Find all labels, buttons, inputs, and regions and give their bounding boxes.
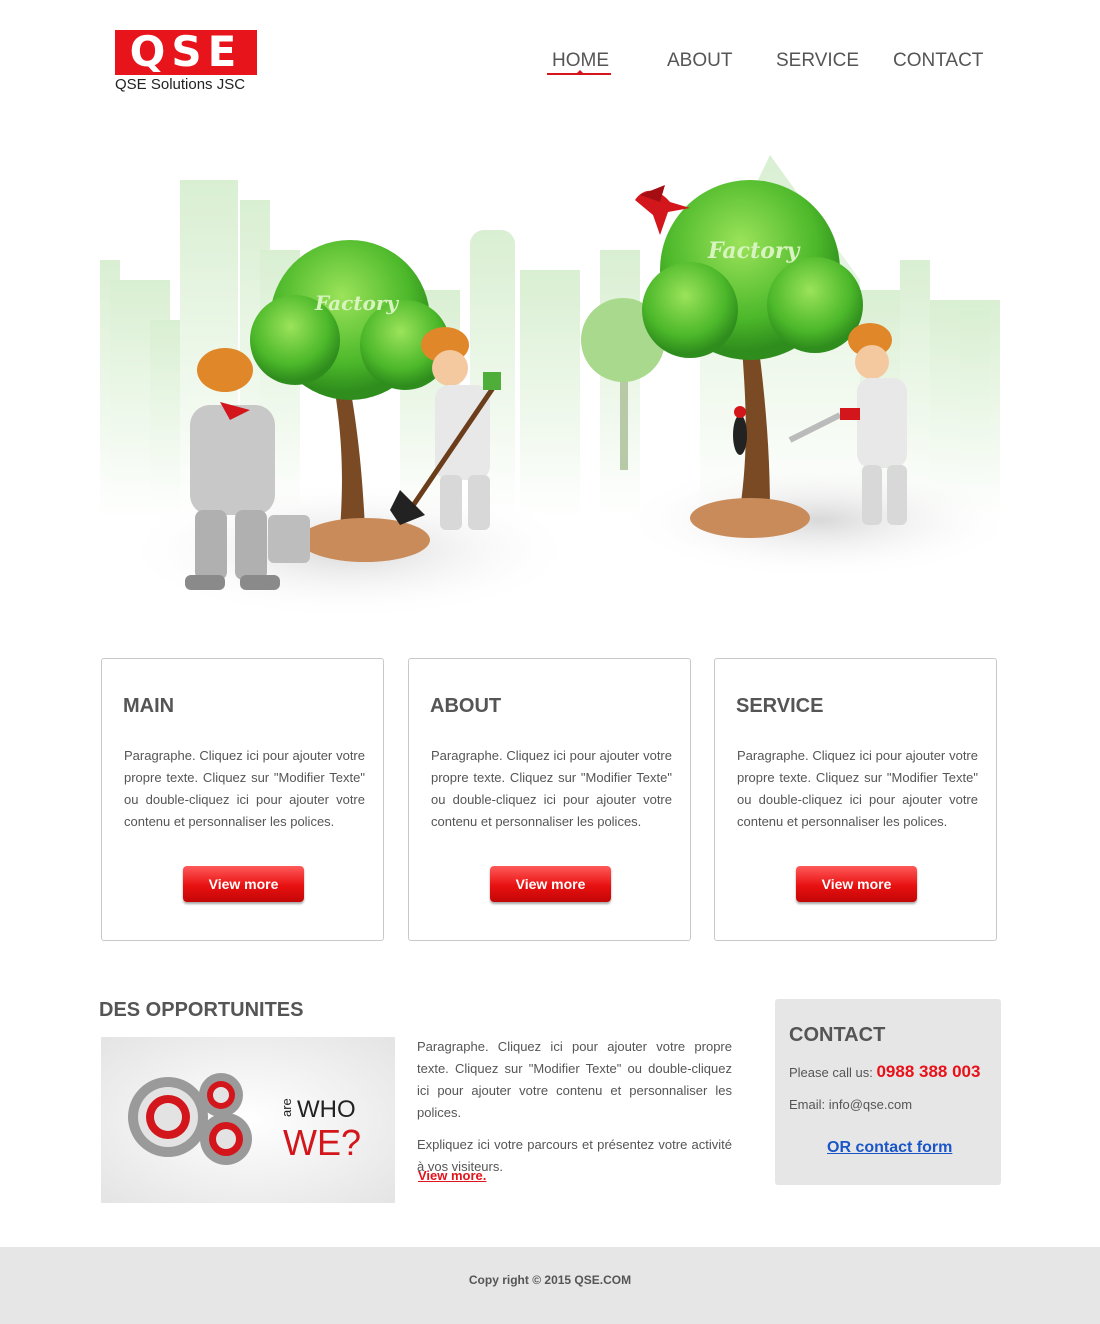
card-title: ABOUT — [430, 695, 502, 717]
view-more-button[interactable]: View more — [490, 866, 611, 902]
opportunities-paragraph-1: Paragraphe. Cliquez ici pour ajouter vot… — [417, 1039, 732, 1120]
opportunities-title: DES OPPORTUNITES — [99, 999, 304, 1021]
logo-subtitle: QSE Solutions JSC — [115, 76, 246, 93]
logo-text: QSE — [129, 27, 243, 76]
card-main: MAIN Paragraphe. Cliquez ici pour ajoute… — [101, 658, 384, 941]
image-text-are: are — [279, 1098, 294, 1117]
nav-service[interactable]: SERVICE — [776, 50, 859, 72]
footer: Copy right © 2015 QSE.COM — [0, 1247, 1100, 1324]
image-text-we: WE? — [283, 1122, 361, 1163]
contact-form-link[interactable]: OR contact form — [827, 1139, 952, 1157]
call-label: Please call us: — [789, 1065, 873, 1080]
copyright-text: Copy right © 2015 QSE.COM — [468, 1273, 632, 1287]
view-more-button[interactable]: View more — [183, 866, 304, 902]
card-title: MAIN — [123, 695, 175, 717]
nav-active-indicator — [547, 73, 611, 75]
view-more-button[interactable]: View more — [796, 866, 917, 902]
nav-caret-icon — [577, 70, 583, 73]
card-title: SERVICE — [736, 695, 824, 717]
contact-call: Please call us: 0988 388 003 — [789, 1062, 980, 1082]
tree-label-1: Factory — [314, 291, 399, 315]
card-service: SERVICE Paragraphe. Cliquez ici pour ajo… — [714, 658, 997, 941]
contact-panel: CONTACT Please call us: 0988 388 003 Ema… — [775, 999, 1001, 1185]
woodpecker-icon — [733, 406, 747, 455]
who-are-we-image: are WHO WE? — [101, 1037, 395, 1203]
view-more-link[interactable]: View more. — [418, 1168, 486, 1183]
contact-title: CONTACT — [789, 1024, 886, 1046]
card-text: Paragraphe. Cliquez ici pour ajouter vot… — [124, 748, 365, 829]
phone-number: 0988 388 003 — [876, 1062, 981, 1081]
card-about: ABOUT Paragraphe. Cliquez ici pour ajout… — [408, 658, 691, 941]
nav-contact[interactable]: CONTACT — [893, 50, 983, 72]
nav-about[interactable]: ABOUT — [667, 50, 732, 72]
card-text: Paragraphe. Cliquez ici pour ajouter vot… — [737, 748, 978, 829]
card-text: Paragraphe. Cliquez ici pour ajouter vot… — [431, 748, 672, 829]
hero-illustration: Factory Factory — [100, 155, 1000, 620]
logo[interactable]: QSE QSE Solutions JSC — [115, 27, 260, 96]
opportunities-text: Paragraphe. Cliquez ici pour ajouter vot… — [417, 1036, 732, 1188]
nav-home[interactable]: HOME — [552, 50, 609, 72]
tree-label-2: Factory — [707, 238, 801, 264]
contact-email: Email: info@qse.com — [789, 1097, 913, 1112]
image-text-who: WHO — [297, 1096, 356, 1123]
